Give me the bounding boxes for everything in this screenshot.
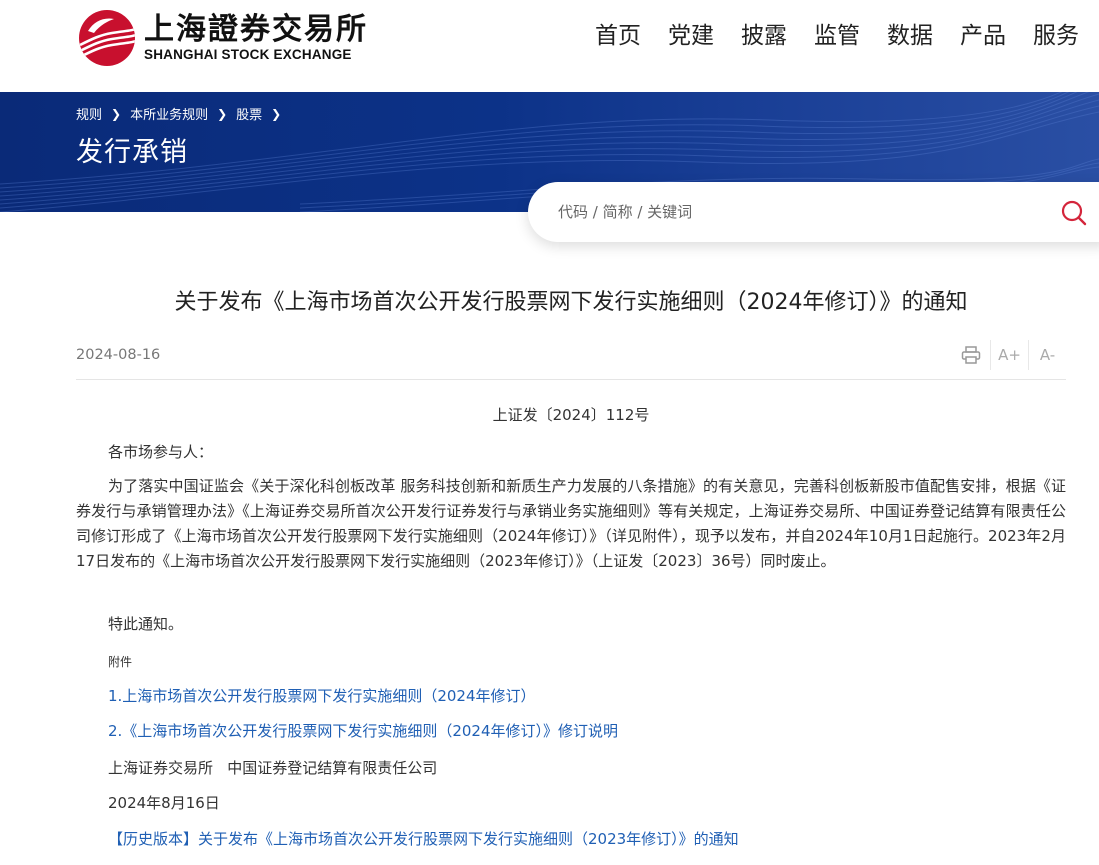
salutation: 各市场参与人： xyxy=(108,443,214,461)
search-box xyxy=(528,182,1099,242)
main-nav: 首页 党建 披露 监管 数据 产品 服务 xyxy=(568,18,1079,54)
chevron-right-icon: ❯ xyxy=(271,106,282,121)
history-version-link[interactable]: 【历史版本】关于发布《上海市场首次公开发行股票网下发行实施细则（2023年修订）… xyxy=(108,828,739,849)
breadcrumb-rules[interactable]: 规则 xyxy=(76,104,102,123)
attachment-link-1[interactable]: 1.上海市场首次公开发行股票网下发行实施细则（2024年修订） xyxy=(108,685,536,706)
nav-item-services[interactable]: 服务 xyxy=(1033,18,1079,54)
sse-logo[interactable]: 上海證券交易所 SHANGHAI STOCK EXCHANGE xyxy=(78,8,368,68)
font-smaller-button[interactable]: A- xyxy=(1028,340,1066,370)
sse-logo-icon xyxy=(79,10,135,66)
site-header: 上海證券交易所 SHANGHAI STOCK EXCHANGE 首页 党建 披露… xyxy=(0,0,1099,92)
logo-chinese-name: 上海證券交易所 xyxy=(144,12,368,47)
search-icon[interactable] xyxy=(1060,199,1088,227)
breadcrumb: 规则 ❯ 本所业务规则 ❯ 股票 ❯ xyxy=(76,104,290,124)
document-number: 上证发〔2024〕112号 xyxy=(492,406,650,424)
attachment-link-2[interactable]: 2.《上海市场首次公开发行股票网下发行实施细则（2024年修订）》修订说明 xyxy=(108,720,618,741)
nav-item-home[interactable]: 首页 xyxy=(595,18,641,54)
closing-remark: 特此通知。 xyxy=(108,615,184,633)
issuer-signature: 上海证券交易所 中国证券登记结算有限责任公司 xyxy=(108,759,438,777)
font-larger-button[interactable]: A+ xyxy=(990,340,1028,370)
nav-item-party[interactable]: 党建 xyxy=(668,18,714,54)
nav-item-regulation[interactable]: 监管 xyxy=(814,18,860,54)
nav-item-disclosure[interactable]: 披露 xyxy=(741,18,787,54)
article-body-paragraph: 为了落实中国证监会《关于深化科创板改革 服务科技创新和新质生产力发展的八条措施》… xyxy=(76,477,1066,570)
article-title: 关于发布《上海市场首次公开发行股票网下发行实施细则（2024年修订）》的通知 xyxy=(174,290,968,315)
chevron-right-icon: ❯ xyxy=(111,106,122,121)
section-title: 发行承销 xyxy=(76,137,188,168)
publish-date: 2024-08-16 xyxy=(76,347,161,363)
breadcrumb-business-rules[interactable]: 本所业务规则 xyxy=(130,104,208,123)
article-meta-bar: 2024-08-16 A+ A- xyxy=(76,340,1066,380)
attachment-label: 附件 xyxy=(108,655,133,669)
chevron-right-icon: ❯ xyxy=(217,106,228,121)
search-input[interactable] xyxy=(558,200,1028,224)
logo-english-name: SHANGHAI STOCK EXCHANGE xyxy=(144,47,352,62)
nav-item-products[interactable]: 产品 xyxy=(960,18,1006,54)
nav-item-data[interactable]: 数据 xyxy=(887,18,933,54)
article-tools: A+ A- xyxy=(952,340,1066,370)
breadcrumb-stocks[interactable]: 股票 xyxy=(236,104,262,123)
print-button[interactable] xyxy=(952,340,990,370)
signature-date: 2024年8月16日 xyxy=(108,794,220,812)
printer-icon xyxy=(961,346,981,364)
